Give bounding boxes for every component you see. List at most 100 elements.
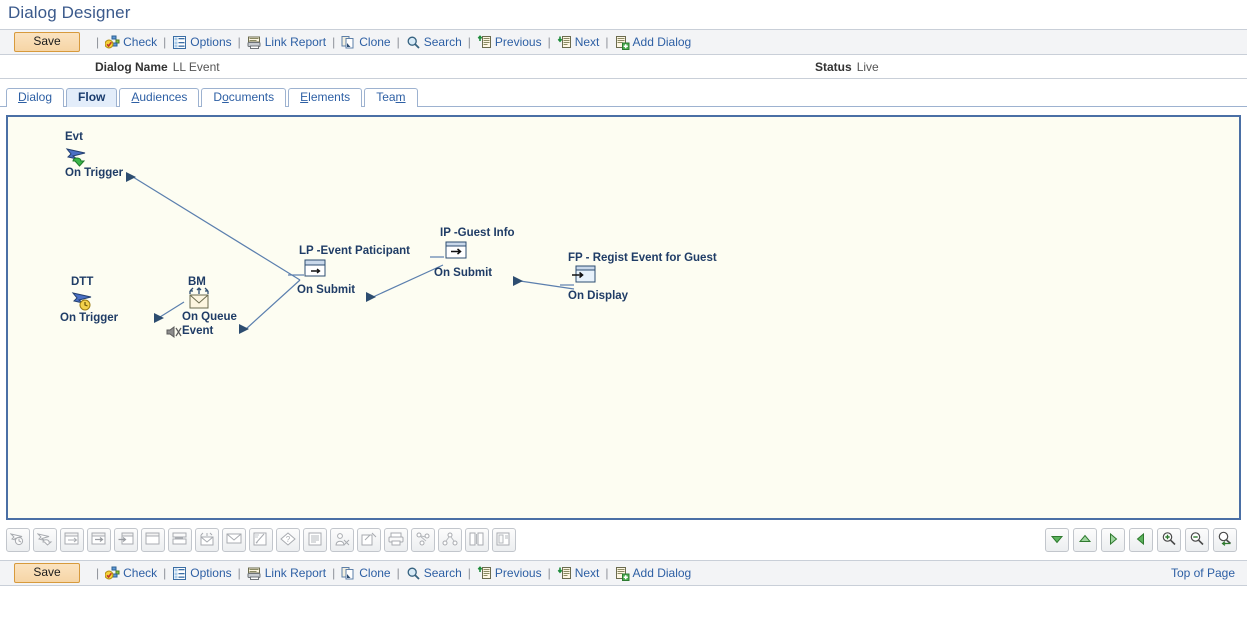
zoom-in-button[interactable] (1157, 528, 1181, 552)
zoom-out-button[interactable] (1185, 528, 1209, 552)
next-button-bottom[interactable]: Next (557, 566, 600, 581)
muted-disabled-icon (166, 325, 182, 339)
toolbar-separator: | (96, 566, 99, 580)
new-input-page-button[interactable] (87, 528, 111, 552)
clone-button-bottom[interactable]: Clone (341, 566, 390, 581)
node-ip-title: IP -Guest Info (440, 227, 515, 239)
tab-elements[interactable]: Elements (288, 88, 362, 107)
node-lp-title: LP -Event Paticipant (299, 245, 410, 257)
search-magnifier-icon (406, 566, 421, 581)
new-email-button[interactable] (222, 528, 246, 552)
options-button[interactable]: Options (172, 35, 231, 50)
new-final-page-button[interactable] (114, 528, 138, 552)
align-horizontal-button[interactable] (492, 528, 516, 552)
envelope-arrows-icon (199, 532, 215, 549)
tab-documents[interactable]: Documents (201, 88, 286, 107)
tab-audiences[interactable]: Audiences (119, 88, 199, 107)
edit-properties-button[interactable] (249, 528, 273, 552)
window-arrow-right-icon (91, 532, 107, 549)
new-form-button[interactable] (168, 528, 192, 552)
toolbar-separator: | (332, 35, 335, 49)
add-dialog-plus-icon (615, 566, 630, 581)
node-evt-port: On Trigger (65, 167, 123, 179)
dialog-info-bar: Dialog Name LL Event Status Live (0, 55, 1247, 79)
window-stack-icon (172, 532, 188, 549)
align-vertical-button[interactable] (465, 528, 489, 552)
delete-node-button[interactable] (330, 528, 354, 552)
options-button-bottom[interactable]: Options (172, 566, 231, 581)
search-label-bottom: Search (424, 566, 462, 580)
save-button[interactable]: Save (14, 32, 80, 52)
add-dialog-button-bottom[interactable]: Add Dialog (615, 566, 692, 581)
new-landing-page-button[interactable] (60, 528, 84, 552)
toolbar-separator: | (163, 566, 166, 580)
tab-audiences-rest: udiences (139, 90, 187, 104)
page-title: Dialog Designer (0, 0, 1247, 29)
node-dtt-port: On Trigger (60, 312, 118, 324)
link-report-button-bottom[interactable]: Link Report (247, 566, 326, 581)
input-page-icon[interactable] (445, 241, 469, 261)
new-event-trigger-button[interactable] (6, 528, 30, 552)
check-flowchart-icon (105, 35, 120, 50)
zoom-reset-button[interactable] (1213, 528, 1237, 552)
new-date-trigger-button[interactable] (33, 528, 57, 552)
add-dialog-plus-icon (615, 35, 630, 50)
list-view-button[interactable] (303, 528, 327, 552)
clone-button[interactable]: Clone (341, 35, 390, 50)
scroll-up-button[interactable] (1073, 528, 1097, 552)
scroll-right-button[interactable] (1101, 528, 1125, 552)
new-blank-page-button[interactable] (141, 528, 165, 552)
zoom-in-icon (1161, 531, 1177, 549)
options-list-icon (172, 566, 187, 581)
node-ip-port: On Submit (434, 267, 492, 279)
check-button-bottom[interactable]: Check (105, 566, 157, 581)
print-node-button[interactable] (384, 528, 408, 552)
triangle-right-icon (1107, 532, 1119, 549)
scroll-left-button[interactable] (1129, 528, 1153, 552)
email-message-icon[interactable] (186, 287, 212, 313)
event-trigger-icon[interactable] (65, 144, 93, 168)
previous-button[interactable]: Previous (477, 35, 542, 50)
export-node-button[interactable] (357, 528, 381, 552)
previous-button-bottom[interactable]: Previous (477, 566, 542, 581)
scheduled-trigger-clock-icon[interactable] (71, 289, 99, 313)
toolbar-separator: | (163, 35, 166, 49)
connector-arrow (126, 172, 136, 182)
tab-flow[interactable]: Flow (66, 88, 117, 107)
link-report-button[interactable]: Link Report (247, 35, 326, 50)
check-button[interactable]: Check (105, 35, 157, 50)
next-button[interactable]: Next (557, 35, 600, 50)
search-button[interactable]: Search (406, 35, 462, 50)
node-bm-port-line1: On Queue (182, 311, 237, 323)
link-report-icon (247, 35, 262, 50)
triangle-down-icon (1050, 533, 1064, 548)
dialog-name-value: LL Event (173, 60, 220, 74)
options-label-bottom: Options (190, 566, 231, 580)
connector-arrow (154, 313, 164, 323)
new-message-burst-button[interactable] (195, 528, 219, 552)
save-button-bottom[interactable]: Save (14, 563, 80, 583)
check-label-bottom: Check (123, 566, 157, 580)
layout-tree-button[interactable] (438, 528, 462, 552)
dart-curve-icon (37, 531, 54, 549)
tab-team[interactable]: Team (364, 88, 417, 107)
check-label: Check (123, 35, 157, 49)
landing-page-icon[interactable] (304, 259, 328, 279)
add-dialog-button[interactable]: Add Dialog (615, 35, 692, 50)
tree-layout-icon (442, 532, 458, 549)
toolbar-separator: | (468, 35, 471, 49)
top-of-page-link[interactable]: Top of Page (1171, 566, 1241, 580)
flow-canvas[interactable]: Evt On Trigger DTT On Trigger BM On Queu… (6, 115, 1241, 520)
tab-dialog[interactable]: Dialog (6, 88, 64, 107)
tab-dialog-rest: ialog (27, 90, 52, 104)
options-list-icon (172, 35, 187, 50)
scroll-down-button[interactable] (1045, 528, 1069, 552)
final-page-icon[interactable] (571, 265, 599, 285)
layout-auto-button[interactable] (411, 528, 435, 552)
top-toolbar: Save | Check | Option (0, 29, 1247, 55)
tab-bar: Dialog Flow Audiences Documents Elements… (0, 79, 1247, 107)
help-properties-button[interactable]: ? (276, 528, 300, 552)
search-button-bottom[interactable]: Search (406, 566, 462, 581)
flow-tool-palette: ? (6, 526, 1241, 554)
status-value: Live (857, 60, 879, 74)
